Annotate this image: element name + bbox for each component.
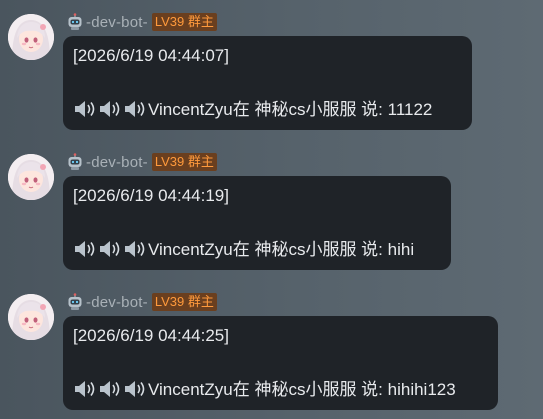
- speaker-icon: [73, 380, 97, 398]
- level-badge: LV39 群主: [151, 13, 217, 31]
- username[interactable]: -dev-bot-: [86, 154, 148, 171]
- sender-row: -dev-bot- LV39 群主: [66, 291, 217, 313]
- speaker-icon: [123, 240, 147, 258]
- message-bubble[interactable]: [2026/6/19 04:44:07] VincentZyu在 神秘cs小服服…: [63, 36, 472, 130]
- message-bubble[interactable]: [2026/6/19 04:44:25] VincentZyu在 神秘cs小服服…: [63, 316, 498, 410]
- anime-girl-avatar-icon: [8, 14, 54, 60]
- message-bubble[interactable]: [2026/6/19 04:44:19] VincentZyu在 神秘cs小服服…: [63, 176, 451, 270]
- username[interactable]: -dev-bot-: [86, 294, 148, 311]
- message-text: VincentZyu在 神秘cs小服服 说: 11122: [148, 100, 433, 119]
- robot-icon: [66, 293, 84, 311]
- sender-row: -dev-bot- LV39 群主: [66, 11, 217, 33]
- chat-message: -dev-bot- LV39 群主 [2026/6/19 04:44:25] V…: [0, 280, 543, 410]
- sender-row: -dev-bot- LV39 群主: [66, 151, 217, 173]
- message-body: VincentZyu在 神秘cs小服服 说: hihihi123: [73, 378, 488, 402]
- message-timestamp: [2026/6/19 04:44:07]: [73, 46, 229, 65]
- speaker-icon: [73, 100, 97, 118]
- message-body: VincentZyu在 神秘cs小服服 说: hihi: [73, 238, 441, 262]
- level-badge: LV39 群主: [151, 153, 217, 171]
- speaker-icon: [98, 380, 122, 398]
- message-timestamp: [2026/6/19 04:44:25]: [73, 326, 229, 345]
- speaker-icon: [123, 100, 147, 118]
- speaker-icon: [98, 100, 122, 118]
- speaker-icon: [98, 240, 122, 258]
- chat-message: -dev-bot- LV39 群主 [2026/6/19 04:44:07] V…: [0, 0, 543, 130]
- username[interactable]: -dev-bot-: [86, 14, 148, 31]
- avatar[interactable]: [8, 14, 54, 60]
- speaker-icon: [123, 380, 147, 398]
- message-body: VincentZyu在 神秘cs小服服 说: 11122: [73, 98, 462, 122]
- message-timestamp: [2026/6/19 04:44:19]: [73, 186, 229, 205]
- message-text: VincentZyu在 神秘cs小服服 说: hihi: [148, 240, 415, 259]
- message-text: VincentZyu在 神秘cs小服服 说: hihihi123: [148, 380, 456, 399]
- robot-icon: [66, 13, 84, 31]
- robot-icon: [66, 153, 84, 171]
- avatar[interactable]: [8, 154, 54, 200]
- avatar[interactable]: [8, 294, 54, 340]
- anime-girl-avatar-icon: [8, 154, 54, 200]
- anime-girl-avatar-icon: [8, 294, 54, 340]
- speaker-icon: [73, 240, 97, 258]
- level-badge: LV39 群主: [151, 293, 217, 311]
- chat-message: -dev-bot- LV39 群主 [2026/6/19 04:44:19] V…: [0, 140, 543, 270]
